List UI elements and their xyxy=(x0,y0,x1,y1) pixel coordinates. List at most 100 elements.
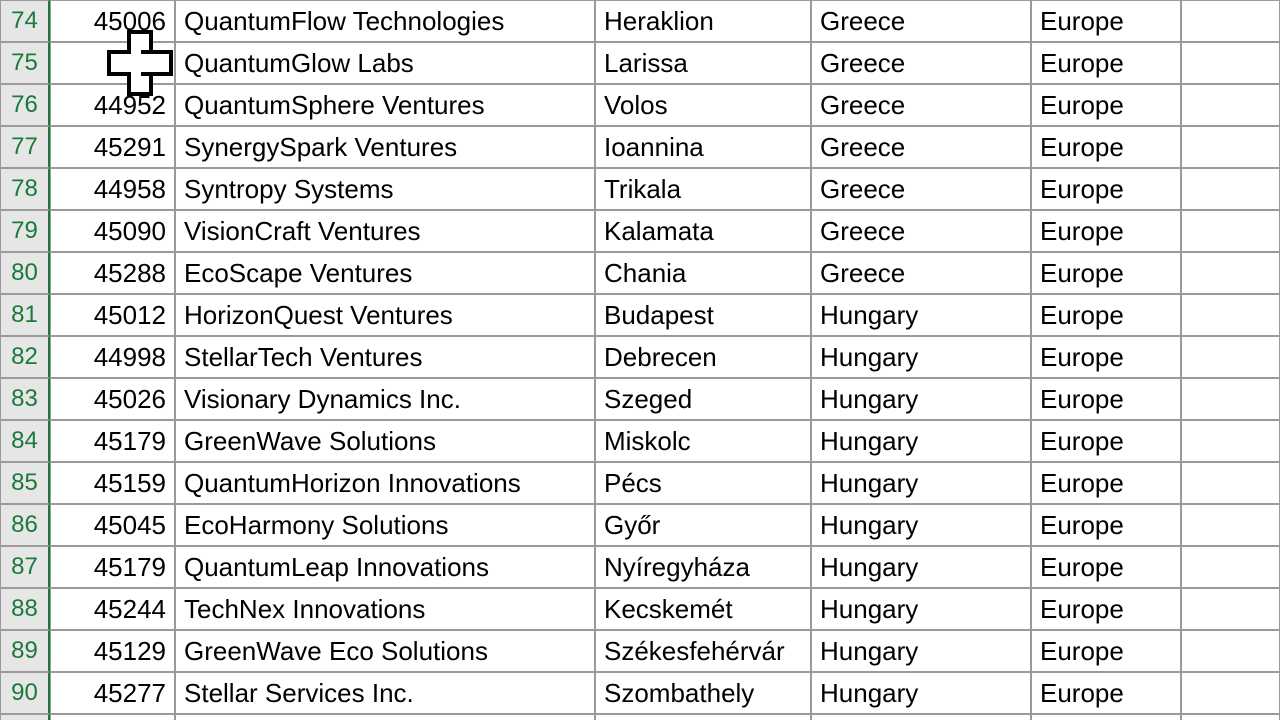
cell-region[interactable]: Europe xyxy=(1031,672,1181,714)
cell-company[interactable]: TechNex Innovations xyxy=(175,588,595,630)
cell-region[interactable]: Europe xyxy=(1031,168,1181,210)
cell-city[interactable]: Nyíregyháza xyxy=(595,546,811,588)
cell-id[interactable]: 44952 xyxy=(50,84,175,126)
cell-city[interactable]: Szeged xyxy=(595,378,811,420)
cell-region[interactable]: Europe xyxy=(1031,294,1181,336)
cell-city[interactable]: Kalamata xyxy=(595,210,811,252)
row-header[interactable]: 84 xyxy=(0,420,50,462)
cell-extra[interactable] xyxy=(1181,84,1280,126)
row-header[interactable]: 76 xyxy=(0,84,50,126)
cell-id[interactable]: 45291 xyxy=(50,126,175,168)
cell-country[interactable]: Hungary xyxy=(811,378,1031,420)
row-header[interactable]: 80 xyxy=(0,252,50,294)
cell-company[interactable]: StellarTech Ventures xyxy=(175,336,595,378)
cell-company[interactable]: Syntropy Systems xyxy=(175,168,595,210)
cell-id[interactable]: 44958 xyxy=(50,168,175,210)
cell-company[interactable]: HorizonQuest Ventures xyxy=(175,294,595,336)
cell-id[interactable]: 45129 xyxy=(50,630,175,672)
cell-extra[interactable] xyxy=(1181,588,1280,630)
cell-company[interactable]: VisionCraft Ventures xyxy=(175,210,595,252)
cell-region[interactable]: Europe xyxy=(1031,252,1181,294)
cell-id[interactable]: 45179 xyxy=(50,420,175,462)
cell-country[interactable]: Hungary xyxy=(811,546,1031,588)
cell-city[interactable]: Heraklion xyxy=(595,0,811,42)
row-header[interactable]: 81 xyxy=(0,294,50,336)
cell-city[interactable]: Chania xyxy=(595,252,811,294)
cell-region[interactable]: Europe xyxy=(1031,84,1181,126)
cell-country[interactable]: Hungary xyxy=(811,630,1031,672)
cell-city[interactable]: Pécs xyxy=(595,462,811,504)
cell-company[interactable]: QuantumSphere Ventures xyxy=(175,84,595,126)
cell-country[interactable]: Iceland xyxy=(811,714,1031,720)
cell-country[interactable]: Greece xyxy=(811,84,1031,126)
cell-country[interactable]: Hungary xyxy=(811,504,1031,546)
cell-company[interactable]: SynergySpark Ventures xyxy=(175,126,595,168)
cell-company[interactable]: GreenWave Eco Solutions xyxy=(175,630,595,672)
cell-city[interactable]: Larissa xyxy=(595,42,811,84)
cell-city[interactable]: Ioannina xyxy=(595,126,811,168)
cell-city[interactable]: Kecskemét xyxy=(595,588,811,630)
cell-country[interactable]: Hungary xyxy=(811,462,1031,504)
cell-region[interactable]: Europe xyxy=(1031,546,1181,588)
cell-country[interactable]: Hungary xyxy=(811,672,1031,714)
cell-city[interactable]: Szombathely xyxy=(595,672,811,714)
cell-country[interactable]: Greece xyxy=(811,0,1031,42)
row-header[interactable]: 90 xyxy=(0,672,50,714)
cell-id[interactable]: 45077 xyxy=(50,714,175,720)
cell-region[interactable]: Europe xyxy=(1031,0,1181,42)
cell-region[interactable]: Europe xyxy=(1031,378,1181,420)
cell-country[interactable]: Hungary xyxy=(811,588,1031,630)
cell-id[interactable]: 45277 xyxy=(50,672,175,714)
row-header[interactable]: 82 xyxy=(0,336,50,378)
cell-region[interactable]: Europe xyxy=(1031,126,1181,168)
cell-extra[interactable] xyxy=(1181,420,1280,462)
cell-city[interactable]: Győr xyxy=(595,504,811,546)
cell-extra[interactable] xyxy=(1181,630,1280,672)
cell-region[interactable]: Europe xyxy=(1031,210,1181,252)
cell-id[interactable]: 45090 xyxy=(50,210,175,252)
row-header[interactable]: 75 xyxy=(0,42,50,84)
cell-company[interactable]: Visionary Dynamics Inc. xyxy=(175,378,595,420)
row-header[interactable]: 85 xyxy=(0,462,50,504)
cell-company[interactable]: Stellar Services Inc. xyxy=(175,672,595,714)
row-header[interactable]: 89 xyxy=(0,630,50,672)
cell-country[interactable]: Hungary xyxy=(811,336,1031,378)
cell-city[interactable]: Debrecen xyxy=(595,336,811,378)
cell-id[interactable]: 45006 xyxy=(50,0,175,42)
cell-region[interactable]: Europe xyxy=(1031,588,1181,630)
cell-id[interactable]: 45244 xyxy=(50,588,175,630)
cell-id[interactable]: 45045 xyxy=(50,504,175,546)
cell-id[interactable]: 45026 xyxy=(50,378,175,420)
cell-id[interactable]: 4 xyxy=(50,42,175,84)
row-header[interactable]: 88 xyxy=(0,588,50,630)
cell-company[interactable]: QuantumHorizon Innovations xyxy=(175,462,595,504)
cell-city[interactable]: Budapest xyxy=(595,294,811,336)
row-header[interactable]: 78 xyxy=(0,168,50,210)
cell-extra[interactable] xyxy=(1181,672,1280,714)
cell-company[interactable]: EcoScape Ventures xyxy=(175,252,595,294)
spreadsheet-grid[interactable]: 7445006QuantumFlow TechnologiesHeraklion… xyxy=(0,0,1280,720)
cell-country[interactable]: Greece xyxy=(811,252,1031,294)
cell-extra[interactable] xyxy=(1181,0,1280,42)
cell-city[interactable]: Székesfehérvár xyxy=(595,630,811,672)
cell-company[interactable]: QuantumLeap Innovations xyxy=(175,546,595,588)
cell-company[interactable]: EcoHarmony Solutions xyxy=(175,504,595,546)
cell-city[interactable]: Trikala xyxy=(595,168,811,210)
row-header[interactable]: 86 xyxy=(0,504,50,546)
cell-extra[interactable] xyxy=(1181,168,1280,210)
cell-country[interactable]: Greece xyxy=(811,210,1031,252)
row-header[interactable]: 79 xyxy=(0,210,50,252)
cell-company[interactable]: Quantum Dynamics Labs xyxy=(175,714,595,720)
cell-extra[interactable] xyxy=(1181,336,1280,378)
cell-id[interactable]: 45159 xyxy=(50,462,175,504)
cell-id[interactable]: 45179 xyxy=(50,546,175,588)
cell-region[interactable]: Europe xyxy=(1031,420,1181,462)
cell-extra[interactable] xyxy=(1181,462,1280,504)
row-header[interactable]: 77 xyxy=(0,126,50,168)
row-header[interactable]: 83 xyxy=(0,378,50,420)
cell-extra[interactable] xyxy=(1181,504,1280,546)
cell-country[interactable]: Greece xyxy=(811,42,1031,84)
cell-country[interactable]: Greece xyxy=(811,126,1031,168)
cell-region[interactable]: Europe xyxy=(1031,42,1181,84)
cell-region[interactable]: Europe xyxy=(1031,714,1181,720)
